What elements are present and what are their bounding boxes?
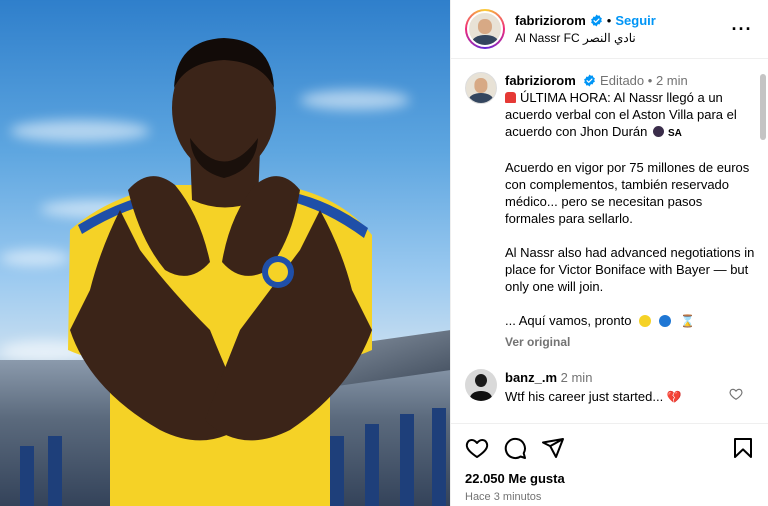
avatar-body (470, 391, 492, 401)
author-username[interactable]: fabriziorom (515, 13, 586, 28)
header-text: fabriziorom • Seguir Al Nassr FC نادي ال… (515, 13, 730, 45)
comment-text: Wtf his career just started... (505, 389, 664, 404)
siren-icon (505, 92, 516, 103)
post-image[interactable] (0, 0, 450, 506)
club-crest-inner (268, 262, 288, 282)
avatar-face (475, 374, 487, 387)
player-figure (68, 38, 372, 506)
yellow-circle-icon (639, 315, 652, 327)
verified-badge-icon (583, 74, 596, 87)
scrollbar[interactable] (760, 62, 766, 422)
comment-text-row: Wtf his career just started... 💔 (505, 388, 755, 406)
more-options-icon[interactable]: ··· (730, 19, 754, 40)
comment-item: banz_.m 2 min Wtf his career just starte… (465, 369, 755, 406)
avatar-image (467, 11, 503, 47)
comments-section[interactable]: fabriziorom Editado • 2 min ÚLTIMA HORA:… (451, 60, 768, 422)
blue-circle-icon (658, 315, 671, 327)
post-actions: 22.050 Me gusta Hace 3 minutos (451, 423, 768, 503)
caption-time[interactable]: 2 min (656, 73, 688, 88)
caption: fabriziorom Editado • 2 min ÚLTIMA HORA:… (465, 72, 755, 351)
caption-paragraph: ÚLTIMA HORA: Al Nassr llegó a un acuerdo… (505, 89, 755, 142)
caption-avatar[interactable] (465, 72, 497, 104)
header-row: fabriziorom • Seguir (515, 13, 730, 28)
action-row (465, 434, 755, 462)
bookmark-icon[interactable] (731, 436, 755, 460)
avatar-face (474, 78, 488, 93)
paper-plane-icon[interactable] (541, 436, 565, 460)
caption-text: ÚLTIMA HORA: Al Nassr llegó a un acuerdo… (505, 90, 737, 139)
commenter-avatar[interactable] (465, 369, 497, 401)
post-details-panel: fabriziorom • Seguir Al Nassr FC نادي ال… (450, 0, 768, 506)
author-avatar[interactable] (465, 9, 505, 49)
comment-body: banz_.m 2 min Wtf his career just starte… (505, 369, 755, 406)
avatar-body (469, 93, 493, 103)
comment-like-heart-icon[interactable] (729, 387, 743, 401)
heart-icon[interactable] (465, 436, 489, 460)
bomb-icon (653, 126, 664, 137)
scrollbar-thumb[interactable] (760, 74, 766, 140)
caption-username[interactable]: fabriziorom (505, 73, 576, 88)
separator-dot: • (647, 73, 653, 88)
caption-paragraph: ... Aquí vamos, pronto ⌛ (505, 312, 755, 330)
saudi-flag-icon: SA (668, 128, 682, 139)
broken-heart-icon: 💔 (666, 390, 682, 404)
follow-button[interactable]: Seguir (615, 13, 655, 28)
caption-body: fabriziorom Editado • 2 min ÚLTIMA HORA:… (505, 72, 755, 351)
edited-label: Editado (600, 73, 645, 88)
comment-time[interactable]: 2 min (561, 370, 593, 385)
comment-icon[interactable] (503, 436, 527, 460)
commenter-username[interactable]: banz_.m (505, 370, 557, 385)
avatar-face (477, 18, 493, 35)
caption-text: ... Aquí vamos, pronto (505, 313, 632, 328)
avatar-body (472, 34, 498, 45)
caption-paragraph: Al Nassr also had advanced negotiations … (505, 245, 755, 294)
verified-badge-icon (590, 14, 603, 27)
likes-count[interactable]: 22.050 Me gusta (465, 471, 755, 486)
caption-meta-row: fabriziorom Editado • 2 min (505, 72, 755, 89)
see-original-link[interactable]: Ver original (505, 334, 755, 351)
post-time[interactable]: Hace 3 minutos (465, 491, 755, 503)
location-link[interactable]: Al Nassr FC نادي النصر (515, 31, 730, 45)
separator-dot: • (606, 13, 612, 28)
comment-meta-row: banz_.m 2 min (505, 369, 755, 386)
hourglass-icon: ⌛ (680, 314, 696, 328)
caption-paragraph: Acuerdo en vigor por 75 millones de euro… (505, 160, 750, 226)
post-header: fabriziorom • Seguir Al Nassr FC نادي ال… (451, 0, 768, 59)
